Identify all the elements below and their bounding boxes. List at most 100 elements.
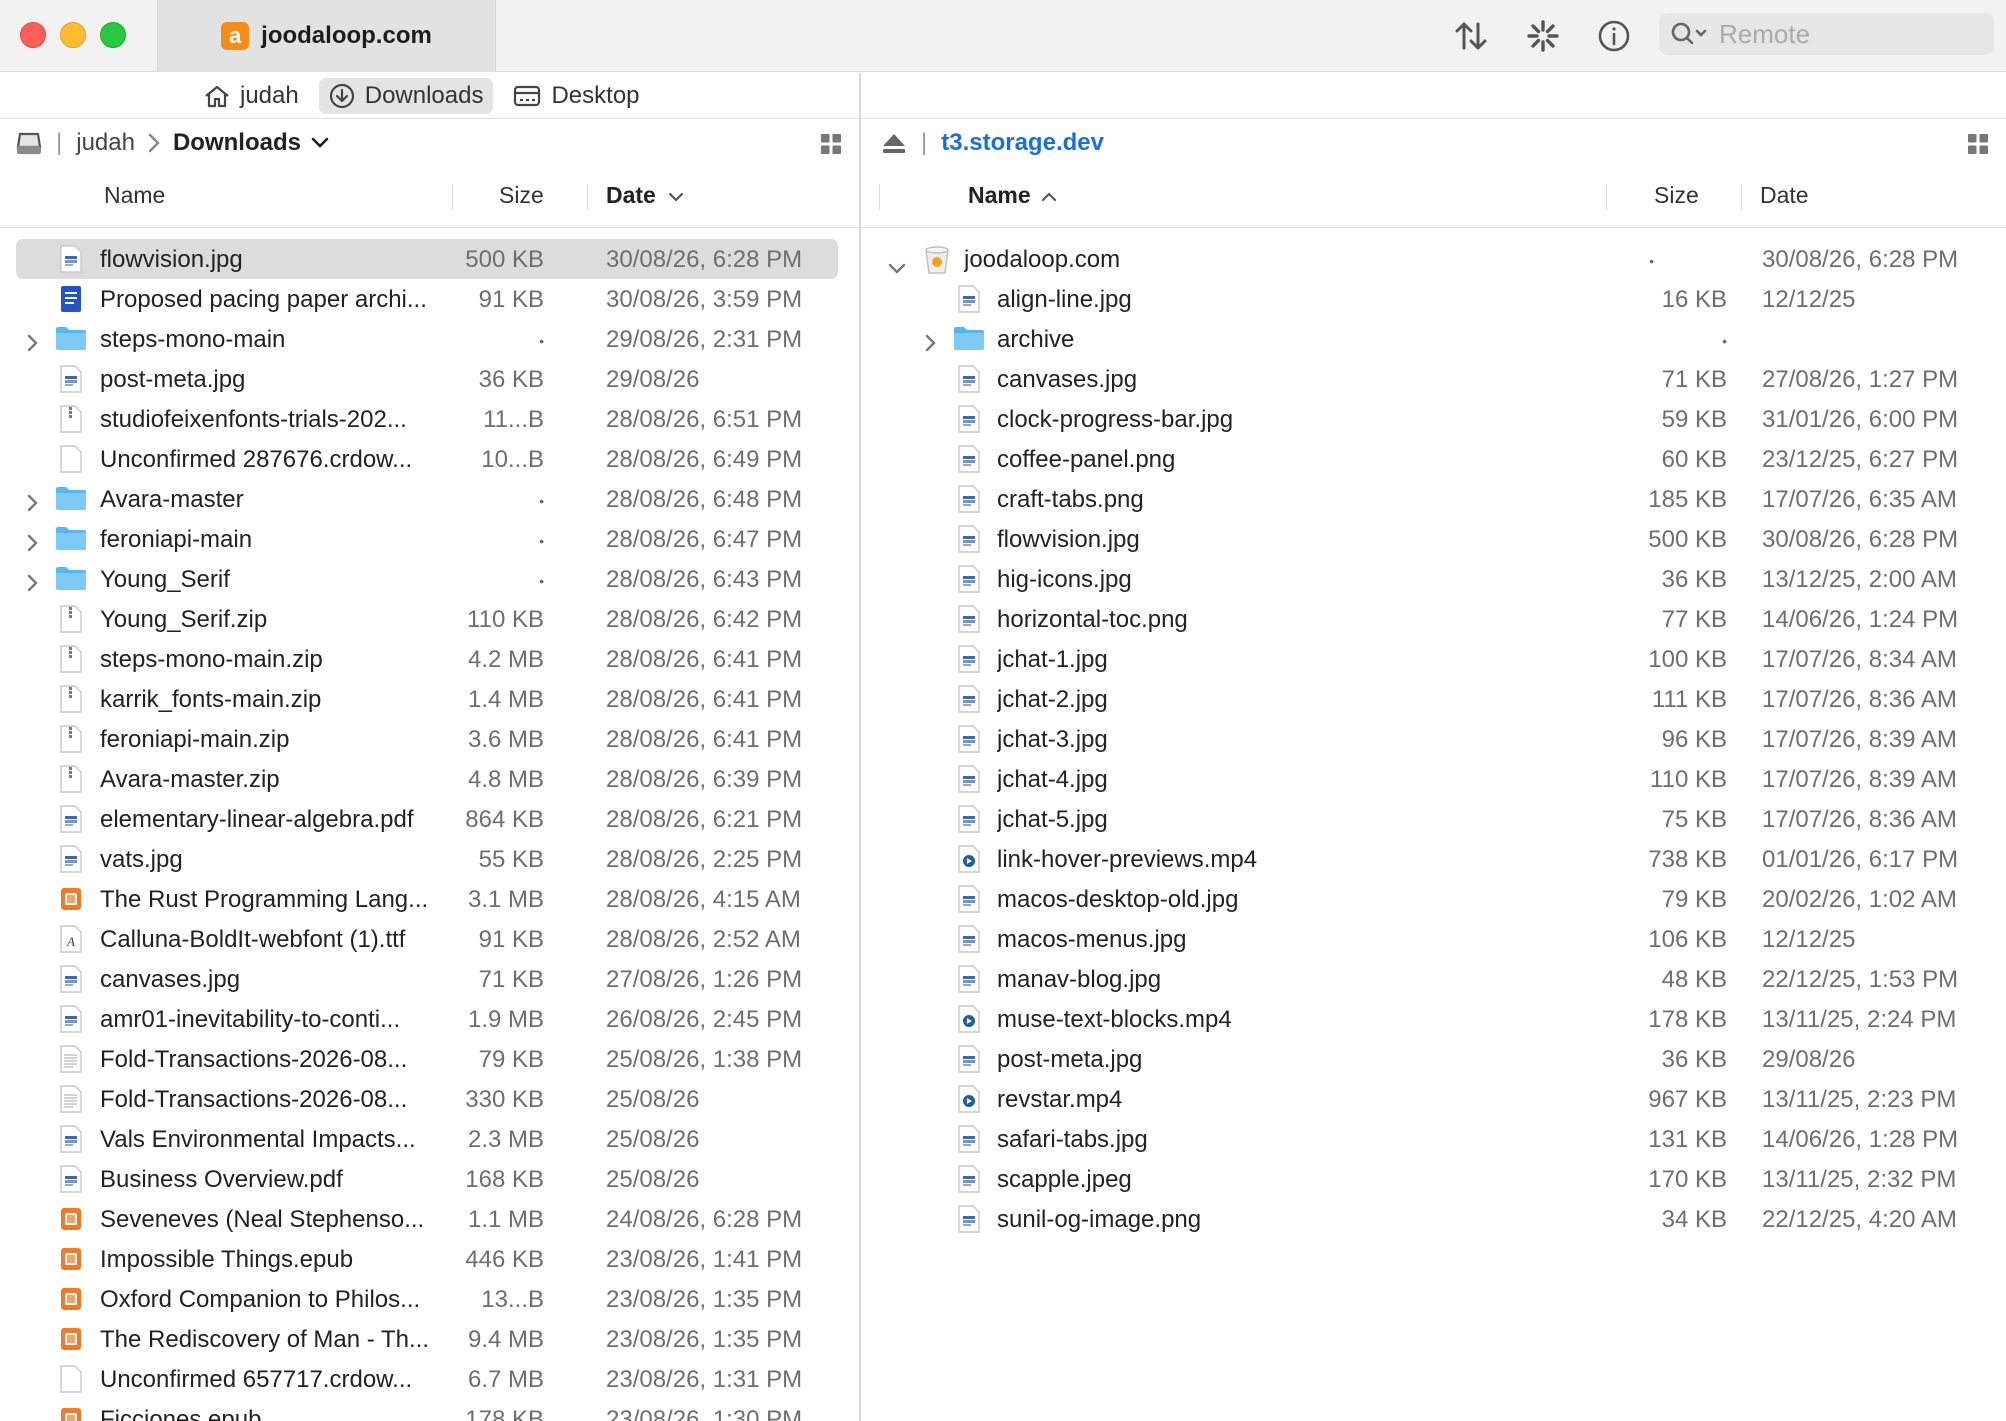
column-separator[interactable]	[1606, 184, 1607, 210]
file-size: 9.4 MB	[467, 1326, 544, 1353]
file-row[interactable]: safari-tabs.jpg 131 KB 14/06/26, 1:28 PM	[861, 1119, 2006, 1159]
file-row[interactable]: steps-mono-main • 29/08/26, 2:31 PM	[0, 319, 859, 359]
eject-icon[interactable]	[881, 132, 907, 154]
file-row[interactable]: hig-icons.jpg 36 KB 13/12/25, 2:00 AM	[861, 559, 2006, 599]
image-file-icon	[958, 1045, 980, 1080]
column-separator[interactable]	[452, 184, 453, 210]
file-row[interactable]: studiofeixenfonts-trials-202... 11...B 28/…	[0, 399, 859, 439]
drive-icon[interactable]	[16, 131, 42, 155]
minimize-window-button[interactable]	[60, 22, 86, 48]
chevron-right-icon[interactable]	[26, 331, 38, 359]
file-row[interactable]: horizontal-toc.png 77 KB 14/06/26, 1:24 PM	[861, 599, 2006, 639]
file-row[interactable]: karrik_fonts-main.zip 1.4 MB 28/08/26, 6:4…	[0, 679, 859, 719]
file-row[interactable]: elementary-linear-algebra.pdf 864 KB 28/08…	[0, 799, 859, 839]
file-row[interactable]: The Rust Programming Lang... 3.1 MB 28/08/…	[0, 879, 859, 919]
file-date: 27/08/26, 1:26 PM	[606, 966, 803, 993]
chevron-right-icon[interactable]	[26, 491, 38, 519]
close-window-button[interactable]	[20, 22, 46, 48]
file-row[interactable]: Avara-master.zip 4.8 MB 28/08/26, 6:39 PM	[0, 759, 859, 799]
column-separator[interactable]	[1741, 184, 1742, 210]
file-date: 28/08/26, 6:41 PM	[606, 646, 803, 673]
file-row[interactable]: sunil-og-image.png 34 KB 22/12/25, 4:20 AM	[861, 1199, 2006, 1239]
file-row[interactable]: flowvision.jpg 500 KB 30/08/26, 6:28 PM	[861, 519, 2006, 559]
file-row[interactable]: Vals Environmental Impacts... 2.3 MB 25/08…	[0, 1119, 859, 1159]
file-row[interactable]: scapple.jpeg 170 KB 13/11/25, 2:32 PM	[861, 1159, 2006, 1199]
file-row[interactable]: muse-text-blocks.mp4 178 KB 13/11/25, 2:24…	[861, 999, 2006, 1039]
file-row[interactable]: Oxford Companion to Philos... 13...B 23/08…	[0, 1279, 859, 1319]
file-row[interactable]: post-meta.jpg 36 KB 29/08/26	[0, 359, 859, 399]
file-row[interactable]: Ficciones.epub 178 KB 23/08/26, 1:30 PM	[0, 1399, 859, 1421]
grid-view-icon[interactable]	[1968, 134, 1988, 154]
file-row[interactable]: revstar.mp4 967 KB 13/11/25, 2:23 PM	[861, 1079, 2006, 1119]
file-size: 48 KB	[1661, 966, 1727, 993]
file-row[interactable]: Seveneves (Neal Stephenso... 1.1 MB 24/08/…	[0, 1199, 859, 1239]
file-row[interactable]: Fold-Transactions-2026-08... 330 KB 25/08/…	[0, 1079, 859, 1119]
chevron-down-icon[interactable]	[888, 254, 906, 282]
info-button[interactable]	[1595, 17, 1633, 55]
file-row[interactable]: Unconfirmed 287676.crdow... 10...B 28/08/2…	[0, 439, 859, 479]
chevron-right-icon[interactable]	[924, 331, 936, 359]
file-row[interactable]: Impossible Things.epub 446 KB 23/08/26, 1:…	[0, 1239, 859, 1279]
file-row[interactable]: joodaloop.com • 30/08/26, 6:28 PM	[861, 239, 2006, 279]
file-row[interactable]: macos-menus.jpg 106 KB 12/12/25	[861, 919, 2006, 959]
favorite-desktop[interactable]: Desktop	[503, 78, 649, 114]
favorite-downloads[interactable]: Downloads	[318, 77, 494, 114]
column-separator[interactable]	[587, 184, 588, 210]
file-row[interactable]: flowvision.jpg 500 KB 30/08/26, 6:28 PM	[0, 239, 859, 279]
file-row[interactable]: archive •	[861, 319, 2006, 359]
file-row[interactable]: Avara-master • 28/08/26, 6:48 PM	[0, 479, 859, 519]
file-row[interactable]: The Rediscovery of Man - Th... 9.4 MB 23/0…	[0, 1319, 859, 1359]
favorite-judah[interactable]: judah	[194, 78, 309, 114]
file-row[interactable]: vats.jpg 55 KB 28/08/26, 2:25 PM	[0, 839, 859, 879]
file-row[interactable]: Unconfirmed 657717.crdow... 6.7 MB 23/08/2…	[0, 1359, 859, 1399]
file-row[interactable]: canvases.jpg 71 KB 27/08/26, 1:26 PM	[0, 959, 859, 999]
file-row[interactable]: align-line.jpg 16 KB 12/12/25	[861, 279, 2006, 319]
file-row[interactable]: feroniapi-main • 28/08/26, 6:47 PM	[0, 519, 859, 559]
file-row[interactable]: Young_Serif.zip 110 KB 28/08/26, 6:42 PM	[0, 599, 859, 639]
chevron-right-icon[interactable]	[26, 531, 38, 559]
file-row[interactable]: coffee-panel.png 60 KB 23/12/25, 6:27 PM	[861, 439, 2006, 479]
file-row[interactable]: jchat-5.jpg 75 KB 17/07/26, 8:36 AM	[861, 799, 2006, 839]
file-name: clock-progress-bar.jpg	[997, 406, 1234, 433]
file-name: The Rust Programming Lang...	[100, 886, 429, 913]
spinner-icon	[1527, 20, 1559, 52]
zoom-window-button[interactable]	[100, 22, 126, 48]
column-size[interactable]: Size	[499, 182, 544, 209]
file-row[interactable]: link-hover-previews.mp4 738 KB 01/01/26, 6…	[861, 839, 2006, 879]
file-row[interactable]: feroniapi-main.zip 3.6 MB 28/08/26, 6:41 P…	[0, 719, 859, 759]
transfers-button[interactable]	[1452, 17, 1490, 55]
file-row[interactable]: jchat-2.jpg 111 KB 17/07/26, 8:36 AM	[861, 679, 2006, 719]
search-input[interactable]	[1717, 17, 1957, 51]
file-row[interactable]: macos-desktop-old.jpg 79 KB 20/02/26, 1:02…	[861, 879, 2006, 919]
grid-view-icon[interactable]	[821, 134, 841, 154]
breadcrumb-judah[interactable]: judah	[76, 129, 135, 157]
file-row[interactable]: canvases.jpg 71 KB 27/08/26, 1:27 PM	[861, 359, 2006, 399]
file-row[interactable]: jchat-4.jpg 110 KB 17/07/26, 8:39 AM	[861, 759, 2006, 799]
column-name[interactable]: Name	[968, 182, 1031, 209]
breadcrumb-downloads[interactable]: Downloads	[173, 129, 301, 157]
column-date[interactable]: Date	[1760, 182, 1809, 209]
file-row[interactable]: jchat-1.jpg 100 KB 17/07/26, 8:34 AM	[861, 639, 2006, 679]
file-row[interactable]: clock-progress-bar.jpg 59 KB 31/01/26, 6:0…	[861, 399, 2006, 439]
file-row[interactable]: amr01-inevitability-to-conti... 1.9 MB 26/…	[0, 999, 859, 1039]
file-row[interactable]: Business Overview.pdf 168 KB 25/08/26	[0, 1159, 859, 1199]
file-row[interactable]: Proposed pacing paper archi... 91 KB 30/08…	[0, 279, 859, 319]
image-file-icon	[958, 725, 980, 760]
file-row[interactable]: steps-mono-main.zip 4.2 MB 28/08/26, 6:41 …	[0, 639, 859, 679]
server-name[interactable]: t3.storage.dev	[941, 129, 1104, 157]
connection-tab[interactable]: a joodaloop.com	[157, 0, 496, 72]
column-date[interactable]: Date	[606, 182, 656, 209]
column-name[interactable]: Name	[104, 182, 165, 209]
file-row[interactable]: jchat-3.jpg 96 KB 17/07/26, 8:39 AM	[861, 719, 2006, 759]
file-row[interactable]: manav-blog.jpg 48 KB 22/12/25, 1:53 PM	[861, 959, 2006, 999]
file-row[interactable]: craft-tabs.png 185 KB 17/07/26, 6:35 AM	[861, 479, 2006, 519]
chevron-down-icon[interactable]	[311, 136, 329, 150]
column-size[interactable]: Size	[1654, 182, 1699, 209]
activity-button[interactable]	[1524, 17, 1562, 55]
chevron-right-icon[interactable]	[26, 571, 38, 599]
file-row[interactable]: post-meta.jpg 36 KB 29/08/26	[861, 1039, 2006, 1079]
file-row[interactable]: A Calluna-BoldIt-webfont (1).ttf 91 KB 28/0…	[0, 919, 859, 959]
file-row[interactable]: Fold-Transactions-2026-08... 79 KB 25/08/2…	[0, 1039, 859, 1079]
file-row[interactable]: Young_Serif • 28/08/26, 6:43 PM	[0, 559, 859, 599]
remote-search-field[interactable]	[1659, 13, 1994, 55]
